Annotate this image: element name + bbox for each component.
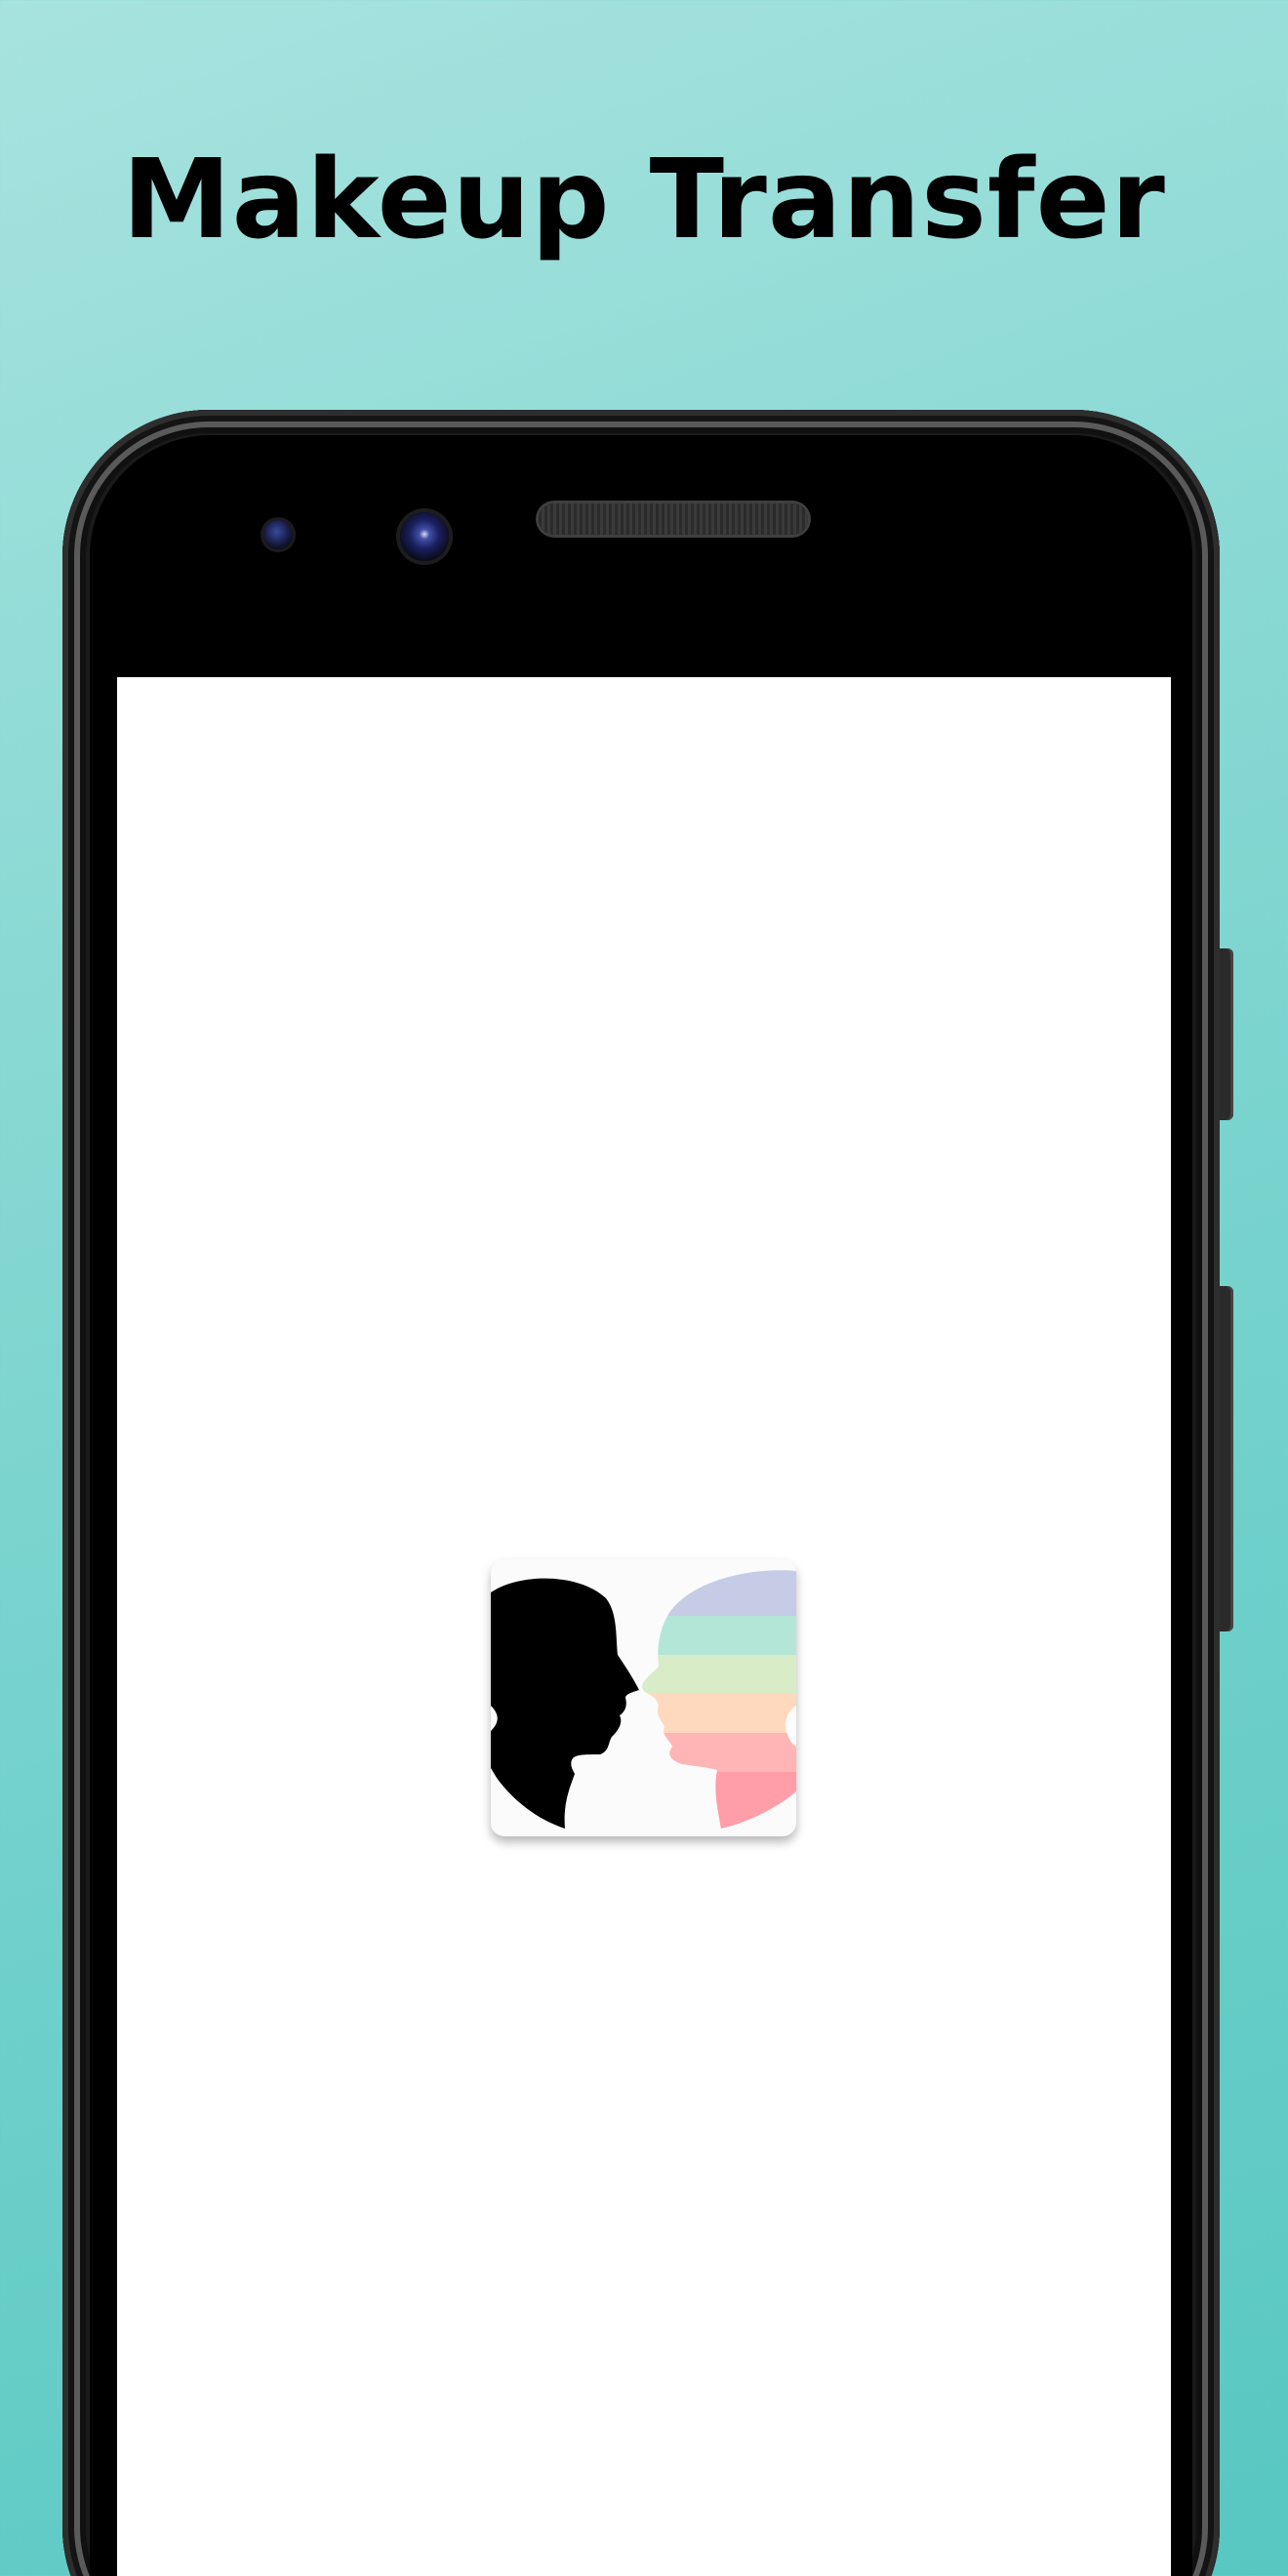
sensor-icon	[263, 520, 293, 549]
speaker-grille-icon	[539, 503, 808, 535]
two-face-silhouettes-icon	[491, 1559, 796, 1836]
left-face-silhouette	[491, 1578, 639, 1829]
volume-button	[1220, 1286, 1233, 1631]
power-button	[1220, 948, 1233, 1120]
promo-headline: Makeup Transfer	[122, 137, 1166, 263]
camera-icon	[400, 512, 449, 561]
phone-screen	[117, 677, 1171, 2576]
